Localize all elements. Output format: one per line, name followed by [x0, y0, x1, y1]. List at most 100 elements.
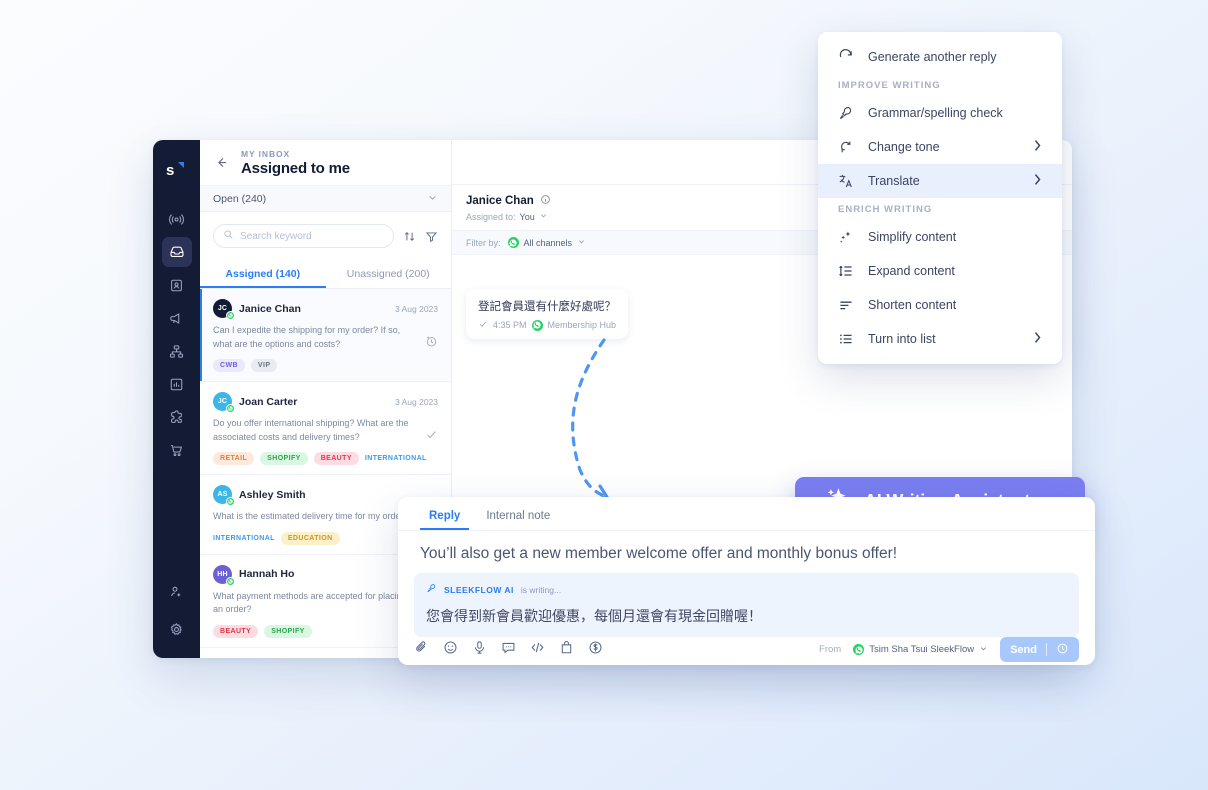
list-item[interactable]: JC Janice Chan 3 Aug 2023 Can I expedite… — [200, 289, 451, 382]
emoji-icon[interactable] — [443, 640, 458, 660]
whatsapp-badge-icon — [226, 577, 235, 586]
sparkle-icon — [838, 229, 854, 245]
message-time: 4:35 PM — [493, 320, 527, 330]
channel-filter-dropdown[interactable]: All channels — [508, 237, 587, 248]
send-label: Send — [1010, 644, 1037, 656]
settings-gear-icon[interactable] — [162, 614, 192, 644]
magic-wand-icon — [426, 581, 437, 599]
send-button[interactable]: Send — [1000, 637, 1079, 662]
rail-item-list — [162, 204, 192, 465]
sidebar-item-integrations[interactable] — [162, 402, 192, 432]
composer-tabs: Reply Internal note — [398, 497, 1095, 531]
microphone-icon[interactable] — [472, 640, 487, 660]
reply-composer: Reply Internal note You’ll also get a ne… — [398, 497, 1095, 665]
menu-item-label: Turn into list — [868, 332, 1019, 346]
check-icon — [478, 319, 488, 331]
code-snippet-icon[interactable] — [530, 640, 545, 660]
chevron-right-icon — [1033, 173, 1042, 189]
rail-bottom-items — [153, 576, 200, 644]
ai-suggestion-source: SLEEKFLOW AI — [444, 585, 514, 595]
ai-writing-menu: Generate another reply IMPROVE WRITING G… — [818, 32, 1062, 364]
composer-bottom-bar: From Tsim Sha Tsui SleekFlow Send — [398, 637, 1095, 665]
menu-item-generate-another-reply[interactable]: Generate another reply — [818, 40, 1062, 74]
divider — [1046, 643, 1047, 656]
menu-item-label: Expand content — [868, 264, 1042, 278]
status-badge: SHOPIFY — [264, 625, 312, 638]
schedule-send-clock-icon[interactable] — [1056, 642, 1069, 658]
search-placeholder: Search keyword — [240, 231, 312, 242]
sidebar-item-campaign[interactable] — [162, 303, 192, 333]
ai-suggestion-header: SLEEKFLOW AI is writing... — [426, 581, 1067, 599]
ai-suggestion-panel[interactable]: SLEEKFLOW AI is writing... 您會得到新會員歡迎優惠，每… — [414, 573, 1079, 637]
pen-nib-icon — [838, 105, 854, 121]
menu-item-label: Grammar/spelling check — [868, 106, 1042, 120]
inbox-header: MY INBOX Assigned to me — [200, 140, 451, 185]
menu-item-label: Generate another reply — [868, 50, 1042, 64]
menu-section-improve-writing: IMPROVE WRITING — [818, 74, 1062, 96]
message-channel: Membership Hub — [548, 320, 617, 330]
tab-internal-note[interactable]: Internal note — [477, 505, 559, 530]
menu-item-shorten-content[interactable]: Shorten content — [818, 288, 1062, 322]
channel-filter-value: All channels — [524, 238, 573, 248]
menu-item-simplify-content[interactable]: Simplify content — [818, 220, 1062, 254]
avatar: JC — [213, 299, 232, 318]
status-filter-dropdown[interactable]: Open (240) — [200, 185, 451, 212]
reply-text-input[interactable]: You’ll also get a new member welcome off… — [398, 531, 1095, 563]
status-badge: VIP — [251, 359, 277, 372]
status-badge: SHOPIFY — [260, 452, 308, 465]
list-item-preview: Do you offer international shipping? Wha… — [213, 417, 438, 444]
tag-list: RETAIL SHOPIFY BEAUTY INTERNATIONAL — [213, 452, 438, 465]
status-badge: CWB — [213, 359, 245, 372]
back-arrow-icon[interactable] — [214, 155, 229, 170]
info-icon[interactable] — [540, 194, 551, 208]
whatsapp-icon — [532, 320, 543, 331]
menu-item-grammar-spelling-check[interactable]: Grammar/spelling check — [818, 96, 1062, 130]
filter-label: Filter by: — [466, 238, 501, 248]
whatsapp-badge-icon — [226, 404, 235, 413]
avatar: AS — [213, 485, 232, 504]
menu-item-label: Shorten content — [868, 298, 1042, 312]
tab-reply[interactable]: Reply — [420, 505, 469, 530]
sidebar-item-commerce[interactable] — [162, 435, 192, 465]
bullet-list-icon — [838, 331, 854, 347]
quick-reply-icon[interactable] — [501, 640, 516, 660]
whatsapp-icon — [853, 644, 864, 655]
sidebar-item-contacts[interactable] — [162, 270, 192, 300]
sort-icon[interactable] — [403, 230, 416, 243]
from-channel-dropdown[interactable]: Tsim Sha Tsui SleekFlow — [853, 644, 988, 656]
whatsapp-badge-icon — [226, 311, 235, 320]
status-badge: BEAUTY — [213, 625, 258, 638]
list-item[interactable]: JC Joan Carter 3 Aug 2023 Do you offer i… — [200, 382, 451, 475]
expand-lines-icon — [838, 263, 854, 279]
sidebar-item-analytics[interactable] — [162, 369, 192, 399]
shorten-lines-icon — [838, 297, 854, 313]
ai-suggestion-status: is writing... — [521, 585, 561, 595]
chevron-right-icon — [1033, 139, 1042, 155]
tab-assigned[interactable]: Assigned (140) — [200, 261, 326, 288]
message-text: 登記會員還有什麼好處呢？ — [478, 298, 616, 314]
sidebar-item-flow-builder[interactable] — [162, 336, 192, 366]
list-item-date: 3 Aug 2023 — [395, 304, 438, 314]
sidebar-item-inbox[interactable] — [162, 237, 192, 267]
menu-item-turn-into-list[interactable]: Turn into list — [818, 322, 1062, 356]
from-channel-value: Tsim Sha Tsui SleekFlow — [869, 644, 974, 655]
whatsapp-icon — [508, 237, 519, 248]
list-item-name: Joan Carter — [239, 396, 388, 408]
filter-icon[interactable] — [425, 230, 438, 243]
search-input[interactable]: Search keyword — [213, 224, 394, 248]
status-badge: INTERNATIONAL — [213, 532, 275, 545]
product-bag-icon[interactable] — [559, 640, 574, 660]
assignee-label: Assigned to: — [466, 212, 516, 222]
menu-item-change-tone[interactable]: Change tone — [818, 130, 1062, 164]
attachment-icon[interactable] — [414, 640, 429, 660]
sidebar-item-broadcast[interactable] — [162, 204, 192, 234]
from-label: From — [819, 644, 841, 655]
menu-item-translate[interactable]: Translate — [818, 164, 1062, 198]
chevron-down-icon — [427, 192, 438, 206]
sleekflow-logo[interactable]: s — [153, 148, 200, 192]
menu-item-expand-content[interactable]: Expand content — [818, 254, 1062, 288]
invite-user-icon[interactable] — [162, 576, 192, 606]
refresh-icon — [838, 49, 854, 65]
tab-unassigned[interactable]: Unassigned (200) — [326, 261, 452, 288]
payment-icon[interactable] — [588, 640, 603, 660]
